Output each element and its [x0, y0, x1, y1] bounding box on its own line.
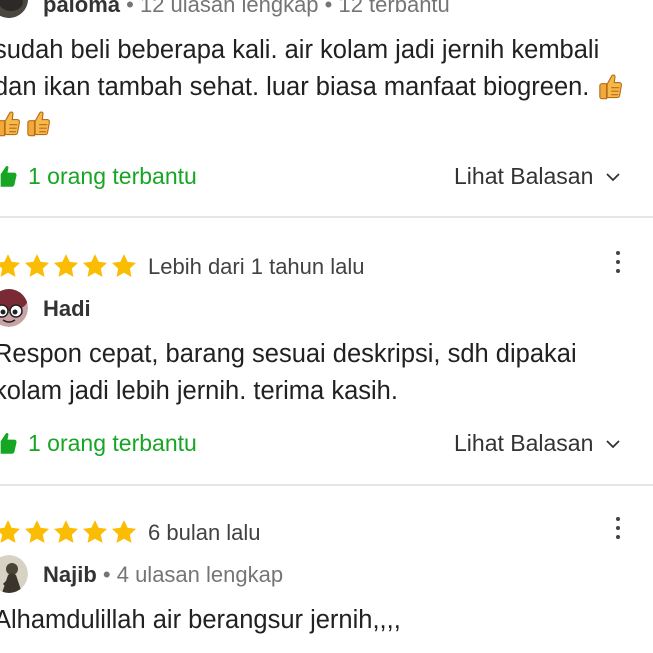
helpful-button[interactable]: 1 orang terbantu [0, 163, 197, 190]
review-date: Lebih dari 1 tahun lalu [148, 254, 365, 279]
reviewer-name: Najib • 4 ulasan lengkap [43, 562, 283, 588]
reviewer-meta: • 12 ulasan lengkap • 12 terbantu [120, 0, 450, 17]
star-icon [0, 518, 22, 546]
avatar-image [0, 289, 28, 327]
reviewer-name-text: Hadi [43, 296, 91, 321]
reviewer-name: paloma • 12 ulasan lengkap • 12 terbantu [43, 0, 450, 18]
vertical-ellipsis-icon [616, 517, 620, 521]
thumbs-up-emoji-icon [596, 71, 624, 101]
chevron-down-icon [606, 172, 621, 181]
ellipsis-dot [616, 526, 620, 530]
avatar[interactable] [0, 555, 28, 593]
ellipsis-dot [616, 269, 620, 273]
helpful-count: 1 orang terbantu [28, 430, 197, 456]
reviewer-name-text: Najib [43, 562, 97, 587]
more-options-button[interactable] [606, 513, 630, 543]
reviewer-name: Hadi [43, 296, 91, 322]
review-text: sudah beli beberapa kali. air kolam jadi… [0, 32, 644, 143]
view-reply-label: Lihat Balasan [454, 430, 594, 456]
star-icon [0, 252, 22, 280]
helpful-button[interactable]: 1 orang terbantu [0, 430, 197, 457]
chevron-down-icon [606, 439, 621, 448]
thumbs-up-icon [0, 164, 18, 190]
more-options-button[interactable] [606, 247, 630, 277]
review-text-content: sudah beli beberapa kali. air kolam jadi… [0, 36, 600, 101]
view-reply-label: Lihat Balasan [454, 163, 594, 189]
thumbs-up-emoji-icon [24, 108, 52, 138]
star-icon [81, 518, 109, 546]
avatar[interactable] [0, 0, 28, 18]
star-icon [52, 518, 80, 546]
review-item-paloma: paloma • 12 ulasan lengkap • 12 terbantu… [0, 0, 653, 216]
avatar-image [0, 555, 28, 593]
star-icon [81, 252, 109, 280]
avatar[interactable] [0, 289, 28, 327]
review-item-hadi: Lebih dari 1 tahun lalu Hadi Respon cepa… [0, 218, 653, 484]
view-reply-button[interactable]: Lihat Balasan [454, 430, 621, 457]
rating-stars [0, 252, 138, 280]
vertical-ellipsis-icon [616, 251, 620, 255]
star-icon [110, 252, 138, 280]
thumbs-up-icon [0, 431, 18, 457]
reviewer-name-text: paloma [43, 0, 121, 17]
reviewer-meta: • 4 ulasan lengkap [96, 562, 284, 587]
reviews-page: paloma • 12 ulasan lengkap • 12 terbantu… [0, 0, 653, 653]
rating-stars [0, 518, 138, 546]
avatar-image [0, 0, 28, 18]
ellipsis-dot [616, 535, 620, 539]
star-icon [52, 252, 80, 280]
helpful-count: 1 orang terbantu [28, 163, 197, 189]
review-date: 6 bulan lalu [148, 520, 261, 545]
star-icon [23, 518, 51, 546]
star-icon [110, 518, 138, 546]
ellipsis-dot [616, 260, 620, 264]
review-text: Respon cepat, barang sesuai deskripsi, s… [0, 340, 577, 405]
review-text: Alhamdulillah air berangsur jernih,,,, [0, 606, 401, 634]
star-icon [23, 252, 51, 280]
thumbs-up-emoji-icon [0, 108, 22, 138]
view-reply-button[interactable]: Lihat Balasan [454, 163, 621, 190]
review-item-najib: 6 bulan lalu Najib • 4 ulasan lengkap Al… [0, 486, 653, 653]
